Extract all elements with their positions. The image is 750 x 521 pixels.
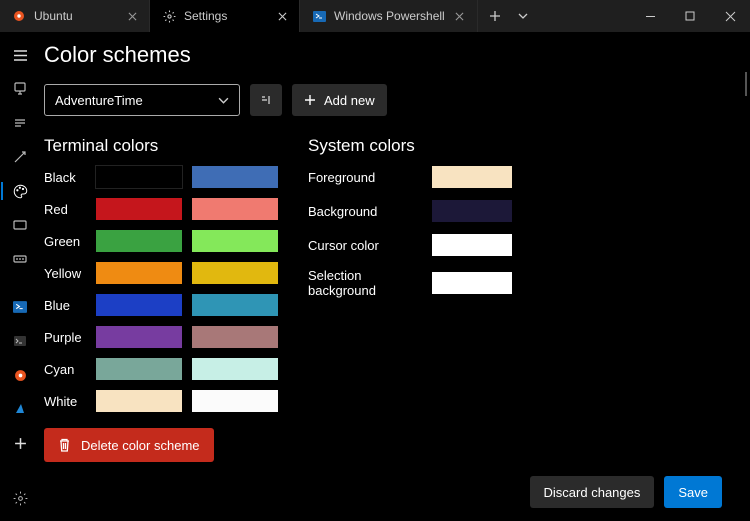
ubuntu-profile-icon[interactable] [0,358,40,392]
scrollbar-thumb[interactable] [745,72,747,96]
close-icon[interactable] [125,9,139,23]
ubuntu-icon [12,9,26,23]
maximize-button[interactable] [670,0,710,32]
terminal-colors-section: Terminal colors Black Red Green Yellow Blue P… [44,136,278,462]
add-new-button[interactable]: Add new [292,84,387,116]
delete-scheme-label: Delete color scheme [81,438,200,453]
color-swatch-bright[interactable] [192,262,278,284]
color-swatch-bright[interactable] [192,166,278,188]
cmd-profile-icon[interactable] [0,324,40,358]
footer: Discard changes Save [44,462,736,521]
sidebar [0,32,40,521]
system-color-swatch[interactable] [432,166,512,188]
interaction-icon[interactable] [0,106,40,140]
discard-changes-button[interactable]: Discard changes [530,476,655,508]
chevron-down-icon [218,95,229,106]
tab-actions [478,0,540,32]
tab-settings[interactable]: Settings [150,0,300,32]
color-row-label: Cyan [44,362,86,377]
actions-icon[interactable] [0,242,40,276]
window-controls [630,0,750,32]
azure-profile-icon[interactable] [0,392,40,426]
startup-icon[interactable] [0,72,40,106]
color-swatch-normal[interactable] [96,230,182,252]
close-icon[interactable] [453,9,467,23]
close-window-button[interactable] [710,0,750,32]
terminal-colors-heading: Terminal colors [44,136,278,156]
discard-label: Discard changes [544,485,641,500]
delete-scheme-button[interactable]: Delete color scheme [44,428,214,462]
system-color-label: Background [308,204,424,219]
color-swatch-normal[interactable] [96,166,182,188]
add-new-label: Add new [324,93,375,108]
system-color-label: Foreground [308,170,424,185]
scheme-select[interactable]: AdventureTime [44,84,240,116]
color-swatch-normal[interactable] [96,390,182,412]
appearance-icon[interactable] [0,140,40,174]
minimize-button[interactable] [630,0,670,32]
toolbar: AdventureTime Add new [44,84,736,116]
color-row-label: Black [44,170,86,185]
color-schemes-icon[interactable] [0,174,40,208]
page-title: Color schemes [44,42,736,68]
color-row-label: Blue [44,298,86,313]
system-color-label: Cursor color [308,238,424,253]
rename-scheme-button[interactable] [250,84,282,116]
scrollbar[interactable] [738,32,750,521]
save-button[interactable]: Save [664,476,722,508]
color-row-label: Red [44,202,86,217]
color-swatch-bright[interactable] [192,230,278,252]
color-swatch-bright[interactable] [192,294,278,316]
system-color-swatch[interactable] [432,200,512,222]
color-swatch-normal[interactable] [96,326,182,348]
color-swatch-bright[interactable] [192,326,278,348]
tab-label: Ubuntu [34,9,117,23]
new-tab-dropdown[interactable] [512,0,534,32]
system-color-label: Selection background [308,268,424,298]
hamburger-icon[interactable] [0,38,40,72]
tab-label: Settings [184,9,267,23]
color-row-label: Green [44,234,86,249]
system-colors-heading: System colors [308,136,512,156]
color-row-label: White [44,394,86,409]
settings-gear-icon[interactable] [0,481,40,515]
plus-icon [304,94,316,106]
main: Color schemes AdventureTime Add new [0,32,750,521]
color-swatch-normal[interactable] [96,198,182,220]
sections: Terminal colors Black Red Green Yellow Blue P… [44,136,736,462]
system-color-swatch[interactable] [432,272,512,294]
powershell-profile-icon[interactable] [0,290,40,324]
tab-powershell[interactable]: Windows Powershell [300,0,478,32]
color-swatch-bright[interactable] [192,390,278,412]
trash-icon [58,438,71,452]
color-swatch-normal[interactable] [96,262,182,284]
new-tab-button[interactable] [484,0,506,32]
content: Color schemes AdventureTime Add new [40,32,750,521]
color-swatch-normal[interactable] [96,358,182,380]
powershell-icon [312,9,326,23]
system-colors-section: System colors Foreground Background Cursor… [308,136,512,462]
rendering-icon[interactable] [0,208,40,242]
title-bar: Ubuntu Settings Windows Powershell [0,0,750,32]
gear-icon [162,9,176,23]
save-label: Save [678,485,708,500]
color-row-label: Purple [44,330,86,345]
close-icon[interactable] [275,9,289,23]
scheme-select-value: AdventureTime [55,93,143,108]
tab-ubuntu[interactable]: Ubuntu [0,0,150,32]
color-swatch-bright[interactable] [192,198,278,220]
color-swatch-normal[interactable] [96,294,182,316]
tab-label: Windows Powershell [334,9,445,23]
add-profile-icon[interactable] [0,426,40,460]
color-swatch-bright[interactable] [192,358,278,380]
color-row-label: Yellow [44,266,86,281]
tab-strip: Ubuntu Settings Windows Powershell [0,0,630,32]
system-color-swatch[interactable] [432,234,512,256]
